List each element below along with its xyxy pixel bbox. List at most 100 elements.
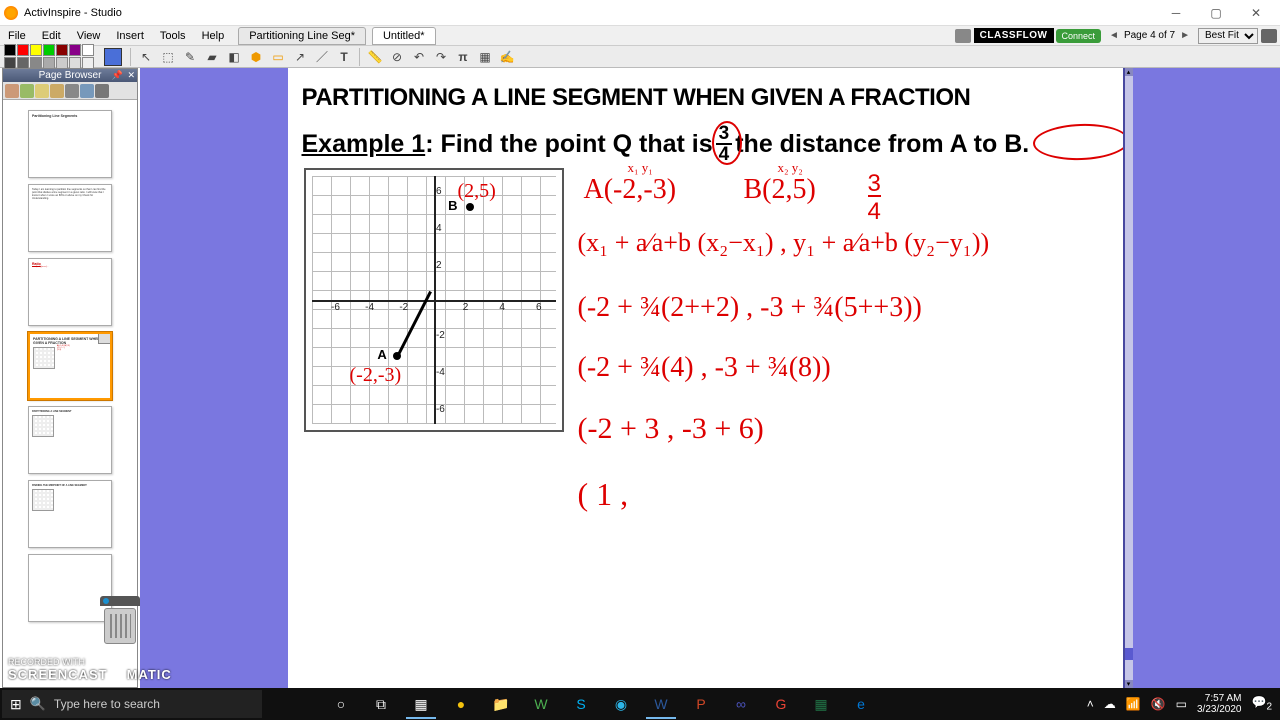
undo-button[interactable]: ↶: [409, 48, 429, 66]
select-tool[interactable]: ↖: [136, 48, 156, 66]
pin-icon[interactable]: 📌: [112, 70, 123, 81]
cortana-icon[interactable]: ○: [322, 689, 360, 719]
ink-step2: (-2 + ¾(2++2) , -3 + ¾(5++3)): [578, 292, 922, 324]
thumb-2[interactable]: Today I am learning to partition line se…: [28, 184, 112, 252]
document-tab-2[interactable]: Untitled*: [372, 27, 436, 45]
redo-button[interactable]: ↷: [431, 48, 451, 66]
app-gdrive[interactable]: G: [762, 689, 800, 719]
fill-tool[interactable]: ⬢: [246, 48, 266, 66]
prev-page-button[interactable]: ◄: [1107, 30, 1121, 41]
pb-tool-7[interactable]: [95, 84, 109, 98]
pb-tool-1[interactable]: [5, 84, 19, 98]
notifications-icon[interactable]: 💬2: [1251, 695, 1272, 712]
app-green[interactable]: W: [522, 689, 560, 719]
flipchart-page[interactable]: PARTITIONING A LINE SEGMENT WHEN GIVEN A…: [288, 68, 1123, 688]
classflow-badge[interactable]: CLASSFLOW: [974, 28, 1054, 43]
marquee-tool[interactable]: ⬚: [158, 48, 178, 66]
pb-tool-2[interactable]: [20, 84, 34, 98]
swatch-yellow[interactable]: [30, 44, 42, 56]
close-button[interactable]: ✕: [1236, 1, 1276, 25]
current-color[interactable]: [104, 48, 122, 66]
annotate-mode-icon[interactable]: [1261, 29, 1277, 43]
thumb-5[interactable]: PARTITIONING A LINE SEGMENT: [28, 406, 112, 474]
search-placeholder: Type here to search: [54, 697, 160, 711]
ink-line-a: A(-2,-3): [584, 174, 677, 206]
vertical-scrollbar[interactable]: ▴ ▾: [1123, 68, 1133, 688]
app-powerpoint[interactable]: P: [682, 689, 720, 719]
screenshot-icon[interactable]: [955, 29, 971, 43]
shape-tool[interactable]: ▭: [268, 48, 288, 66]
text-tool[interactable]: T: [334, 48, 354, 66]
point-b-dot: [466, 203, 474, 211]
menu-file[interactable]: File: [0, 28, 34, 44]
canvas-area[interactable]: PARTITIONING A LINE SEGMENT WHEN GIVEN A…: [140, 68, 1280, 688]
app-word[interactable]: W: [642, 689, 680, 719]
eraser-tool[interactable]: ◧: [224, 48, 244, 66]
panel-close-icon[interactable]: ✕: [127, 70, 135, 81]
highlighter-tool[interactable]: ▰: [202, 48, 222, 66]
app-skype[interactable]: S: [562, 689, 600, 719]
volume-icon[interactable]: 🔇: [1151, 697, 1166, 711]
clock[interactable]: 7:57 AM 3/23/2020: [1197, 693, 1242, 715]
page-browser-title[interactable]: Page Browser 📌 ✕: [3, 69, 137, 82]
app-teams[interactable]: ∞: [722, 689, 760, 719]
app-chrome[interactable]: ●: [442, 689, 480, 719]
app-explorer[interactable]: 📁: [482, 689, 520, 719]
line-tool[interactable]: ／: [312, 48, 332, 66]
window-titlebar: ActivInspire - Studio ─ ▢ ✕: [0, 0, 1280, 26]
menu-edit[interactable]: Edit: [34, 28, 69, 44]
pb-tool-4[interactable]: [50, 84, 64, 98]
maximize-button[interactable]: ▢: [1196, 1, 1236, 25]
math-tool[interactable]: π: [453, 48, 473, 66]
app-activinspire[interactable]: ▦: [402, 689, 440, 719]
ink-point-b: (2,5): [458, 180, 496, 203]
zoom-select[interactable]: Best Fit: [1198, 28, 1258, 44]
wifi-icon[interactable]: 📶: [1126, 697, 1141, 711]
swatch-white[interactable]: [82, 44, 94, 56]
pen-tool[interactable]: ✎: [180, 48, 200, 66]
swatch-darkred[interactable]: [56, 44, 68, 56]
thumb-1[interactable]: Partitioning Line Segments: [28, 110, 112, 178]
app-excel[interactable]: ▦: [802, 689, 840, 719]
document-tab-1[interactable]: Partitioning Line Seg*: [238, 27, 366, 45]
taskview-icon[interactable]: ⧉: [362, 689, 400, 719]
ink-step4: (-2 + 3 , -3 + 6): [578, 412, 764, 446]
cloud-icon[interactable]: ☁: [1104, 697, 1116, 711]
pb-tool-6[interactable]: [80, 84, 94, 98]
tray-up-icon[interactable]: ˄: [1087, 697, 1094, 711]
taskbar-search[interactable]: ⊞ 🔍 Type here to search: [2, 690, 262, 718]
color-palette[interactable]: [4, 44, 94, 69]
ruler-tool[interactable]: 📏: [365, 48, 385, 66]
swatch-purple[interactable]: [69, 44, 81, 56]
pb-tool-5[interactable]: [65, 84, 79, 98]
app-camera[interactable]: ◉: [602, 689, 640, 719]
page-tool[interactable]: ▦: [475, 48, 495, 66]
ink-step5: ( 1 ,: [578, 476, 629, 513]
swatch-green[interactable]: [43, 44, 55, 56]
minimize-button[interactable]: ─: [1156, 1, 1196, 25]
pb-tool-3[interactable]: [35, 84, 49, 98]
taskbar-apps: ○ ⧉ ▦ ● 📁 W S ◉ W P ∞ G ▦ e: [322, 689, 880, 719]
page-browser-toolbar: [3, 82, 137, 100]
swatch-red[interactable]: [17, 44, 29, 56]
next-page-button[interactable]: ►: [1178, 30, 1192, 41]
handwriting-tool[interactable]: ✍: [497, 48, 517, 66]
clear-tool[interactable]: ⊘: [387, 48, 407, 66]
menu-insert[interactable]: Insert: [108, 28, 152, 44]
swatch-black[interactable]: [4, 44, 16, 56]
connect-button[interactable]: Connect: [1056, 29, 1102, 43]
thumb-6[interactable]: FINDING THE MIDPOINT OF A LINE SEGMENT: [28, 480, 112, 548]
workspace: Page Browser 📌 ✕ Partitioning Line Segme…: [0, 68, 1280, 688]
thumb-4[interactable]: PARTITIONING A LINE SEGMENT WHEN GIVEN A…: [28, 332, 112, 400]
start-button[interactable]: ⊞: [10, 696, 22, 713]
lang-icon[interactable]: ▭: [1176, 697, 1187, 711]
menu-help[interactable]: Help: [194, 28, 233, 44]
page-browser-label: Page Browser: [39, 70, 102, 81]
app-edge[interactable]: e: [842, 689, 880, 719]
thumb-3[interactable]: Ratio x₁+a/(a+b)(x₂-x₁)...: [28, 258, 112, 326]
menu-view[interactable]: View: [69, 28, 109, 44]
menu-tools[interactable]: Tools: [152, 28, 194, 44]
trash-icon[interactable]: [104, 608, 136, 644]
connector-tool[interactable]: ↗: [290, 48, 310, 66]
trash-panel[interactable]: [100, 596, 140, 646]
